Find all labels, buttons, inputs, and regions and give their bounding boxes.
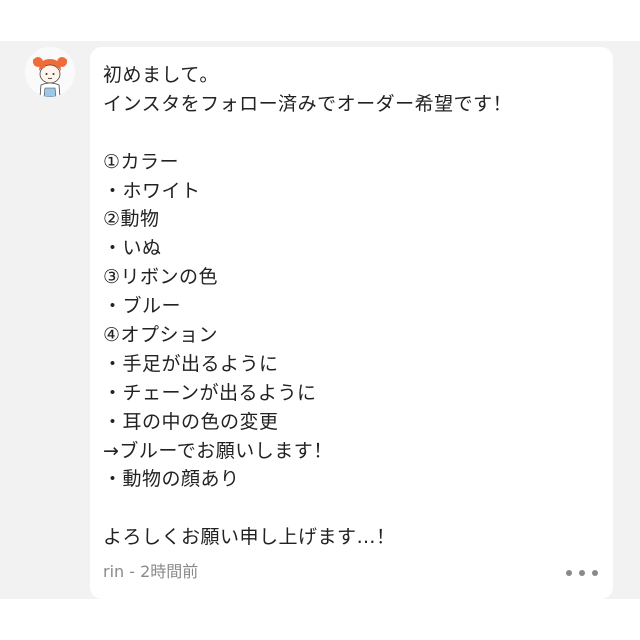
more-dot (579, 570, 585, 576)
comment-line: インスタをフォロー済みでオーダー希望です！ (103, 92, 513, 115)
comment-line: ・ブルー (103, 295, 182, 318)
comment-line: ・動物の顔あり (103, 468, 240, 491)
comment-bubble: 初めまして。インスタをフォロー済みでオーダー希望です！ ①カラー・ホワイト ②動物… (90, 47, 613, 599)
more-dot (566, 570, 572, 576)
comment-line: ・ホワイト (103, 179, 201, 202)
avatar-girl-icon (25, 47, 75, 97)
comment-line: →ブルーでお願いします！ (103, 439, 333, 462)
comment-line: ・いぬ (103, 237, 162, 260)
comment-line (103, 119, 603, 148)
comment-line (103, 494, 603, 523)
comment-screen: 初めまして。インスタをフォロー済みでオーダー希望です！ ①カラー・ホワイト ②動物… (0, 0, 640, 640)
comment-line: ③リボンの色 (103, 266, 219, 289)
more-dot (592, 570, 598, 576)
comment-line: ④オプション (103, 324, 219, 347)
comment-line: 初めまして。 (103, 64, 219, 86)
comment-line: ・手足が出るように (103, 352, 279, 375)
comment-line: ・チェーンが出るように (103, 381, 317, 404)
comment-message: 初めまして。インスタをフォロー済みでオーダー希望です！ ①カラー・ホワイト ②動物… (103, 61, 603, 552)
comment-line: よろしくお願い申し上げます…！ (103, 526, 396, 549)
comment-line: ②動物 (103, 208, 160, 231)
more-options-icon[interactable] (566, 563, 598, 583)
comment-line: ①カラー (103, 150, 180, 173)
comment-line: ・耳の中の色の変更 (103, 410, 279, 433)
comment-meta: rin - 2時間前 (103, 562, 199, 581)
user-avatar[interactable] (25, 47, 75, 97)
